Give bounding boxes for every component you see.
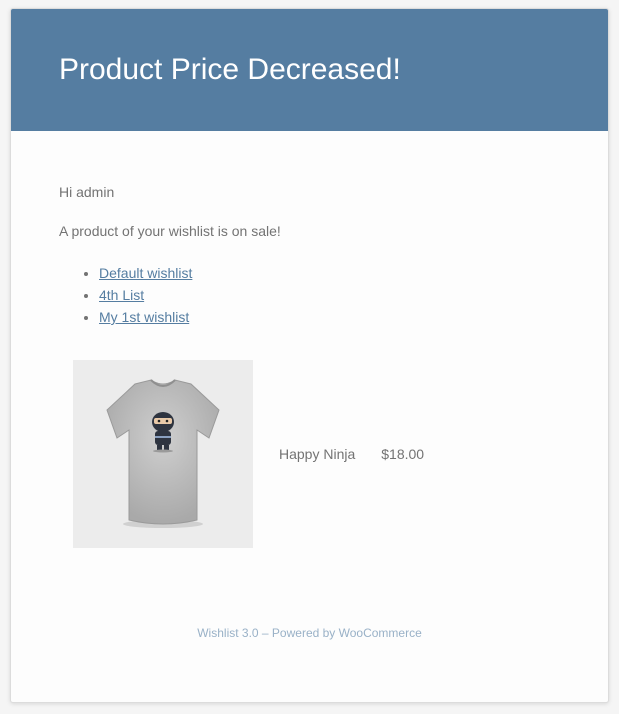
product-row: Happy Ninja $18.00 [73, 360, 560, 548]
wishlist-link-4th-list[interactable]: 4th List [99, 287, 144, 303]
product-name: Happy Ninja [279, 446, 356, 462]
sale-message: A product of your wishlist is on sale! [59, 223, 281, 239]
wishlist-item: Default wishlist [99, 262, 560, 284]
wishlist-item: 4th List [99, 284, 560, 306]
wishlist-item: My 1st wishlist [99, 306, 560, 328]
greeting-text: Hi admin [59, 184, 115, 200]
product-price: $18.00 [381, 446, 425, 462]
wishlist-link-my-1st[interactable]: My 1st wishlist [99, 309, 189, 325]
tshirt-ninja-image [106, 379, 220, 528]
email-footer: Wishlist 3.0 – Powered by WooCommerce [197, 626, 422, 640]
email-body: Hi admin A product of your wishlist is o… [11, 131, 608, 548]
email-title: Product Price Decreased! [59, 53, 401, 86]
wishlist-list: Default wishlist 4th List My 1st wishlis… [59, 262, 560, 328]
product-image [73, 360, 253, 548]
email-header: Product Price Decreased! [11, 9, 608, 131]
wishlist-link-default[interactable]: Default wishlist [99, 265, 192, 281]
email-card: Product Price Decreased! Hi admin A prod… [10, 8, 609, 703]
